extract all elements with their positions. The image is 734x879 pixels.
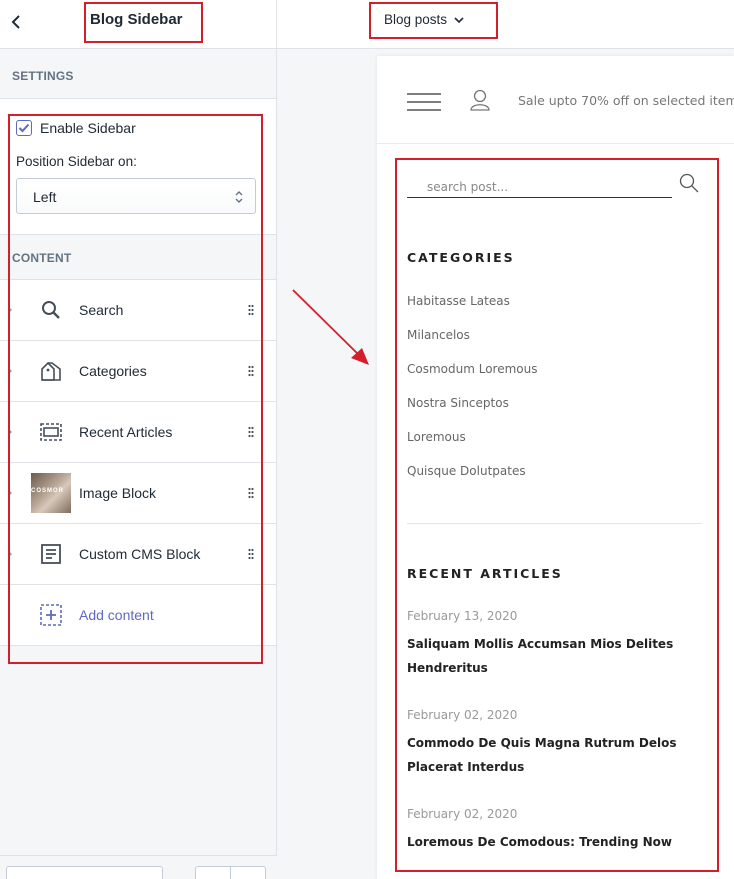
annotation-box-sidebar-settings (8, 114, 263, 664)
preview-topbar: Blog posts (277, 0, 734, 49)
pager-next-button[interactable] (231, 867, 265, 879)
annotation-box-sidebar-preview (395, 158, 719, 872)
annotation-box-title (84, 2, 203, 43)
settings-section-label: SETTINGS (12, 69, 74, 83)
user-account-icon[interactable] (470, 89, 490, 111)
annotation-arrow-icon (292, 289, 369, 365)
annotation-box-page-select (369, 2, 498, 39)
back-arrow-icon[interactable] (8, 12, 24, 32)
hamburger-menu-icon[interactable] (407, 93, 441, 111)
store-header: Sale upto 70% off on selected item (377, 56, 734, 144)
pager-prev-button[interactable] (196, 867, 231, 879)
bottom-input[interactable] (6, 866, 163, 879)
promo-banner-text: Sale upto 70% off on selected item (518, 93, 734, 108)
pager-buttons (195, 866, 266, 879)
